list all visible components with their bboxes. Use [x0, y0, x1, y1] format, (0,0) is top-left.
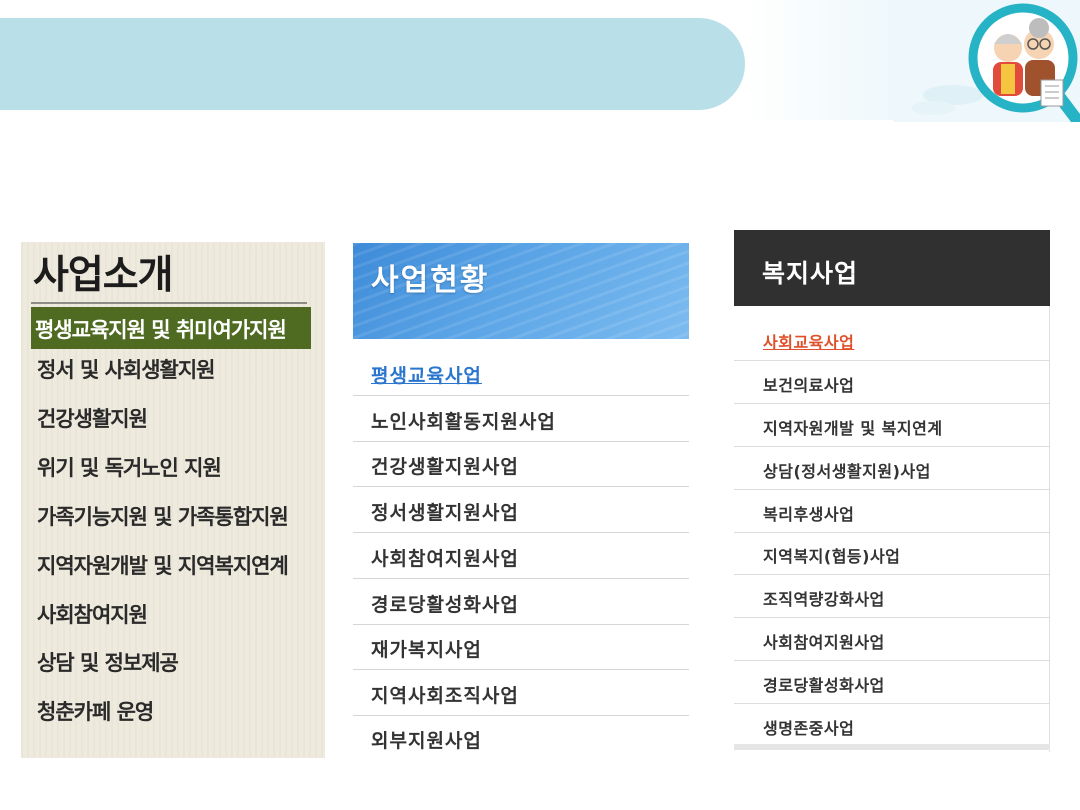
title-divider: [31, 302, 307, 304]
header-banner: [0, 18, 745, 110]
menu-item-label: 사회참여지원사업: [371, 548, 519, 570]
menu-item[interactable]: 외부지원사업: [353, 715, 689, 760]
menu-item-label: 지역사회조직사업: [371, 685, 519, 707]
menu-item[interactable]: 사회참여지원사업: [353, 533, 689, 579]
menu-item[interactable]: 지역자원개발 및 지역복지연계: [37, 550, 289, 580]
panel-title: 사업현황: [371, 263, 490, 298]
panel-header: 사업현황: [353, 243, 689, 339]
business-status-panel: 사업현황 평생교육사업 노인사회활동지원사업 건강생활지원사업 정서생활지원사업…: [353, 243, 689, 753]
menu-item-active[interactable]: 사회교육사업: [734, 318, 1050, 361]
menu-item[interactable]: 조직역량강화사업: [734, 575, 1050, 618]
menu-item[interactable]: 지역자원개발 및 복지연계: [734, 404, 1050, 447]
menu-item-label: 보건의료사업: [763, 376, 855, 395]
menu-item-label: 사회교육사업: [763, 333, 855, 352]
menu-item[interactable]: 경로당활성화사업: [353, 579, 689, 625]
menu-item[interactable]: 복리후생사업: [734, 490, 1050, 533]
menu-item-label: 평생교육사업: [371, 365, 482, 387]
menu-item-label: 재가복지사업: [371, 639, 482, 661]
menu-item[interactable]: 지역사회조직사업: [353, 670, 689, 716]
menu-item-label: 평생교육지원 및 취미여가지원: [35, 318, 287, 342]
menu-item[interactable]: 가족기능지원 및 가족통합지원: [37, 501, 289, 531]
menu-item[interactable]: 경로당활성화사업: [734, 661, 1050, 704]
menu-item-label: 경로당활성화사업: [371, 594, 519, 616]
welfare-business-panel: 복지사업 사회교육사업 보건의료사업 지역자원개발 및 복지연계 상담(정서생활…: [734, 230, 1050, 752]
menu-item-label: 노인사회활동지원사업: [371, 411, 556, 433]
menu-item-label: 조직역량강화사업: [763, 590, 885, 609]
menu-item-label: 상담(정서생활지원)사업: [763, 462, 931, 481]
menu-item-label: 정서생활지원사업: [371, 502, 519, 524]
menu-item-active[interactable]: 평생교육사업: [353, 350, 689, 396]
menu-item[interactable]: 사회참여지원: [37, 599, 148, 629]
menu-item[interactable]: 상담 및 정보제공: [37, 647, 179, 677]
menu-item[interactable]: 사회참여지원사업: [734, 618, 1050, 661]
magnifier-elderly-couple-icon: [893, 0, 1080, 122]
menu-item[interactable]: 정서생활지원사업: [353, 487, 689, 533]
menu-item[interactable]: 재가복지사업: [353, 624, 689, 670]
menu-item-label: 지역자원개발 및 복지연계: [763, 419, 943, 438]
menu-item[interactable]: 보건의료사업: [734, 361, 1050, 404]
panel-title: 복지사업: [762, 259, 859, 288]
menu-item[interactable]: 청춘카페 운영: [37, 696, 154, 726]
business-intro-panel: 사업소개 평생교육지원 및 취미여가지원 정서 및 사회생활지원 건강생활지원 …: [21, 242, 325, 758]
menu-item-label: 복리후생사업: [763, 505, 855, 524]
menu-item[interactable]: 건강생활지원: [37, 403, 148, 433]
menu-item[interactable]: 위기 및 독거노인 지원: [37, 452, 222, 482]
header-fade: [745, 0, 895, 120]
menu-item-active[interactable]: 평생교육지원 및 취미여가지원: [31, 307, 311, 349]
menu-item-label: 건강생활지원사업: [371, 456, 519, 478]
menu-item-label: 외부지원사업: [371, 730, 482, 752]
panel-footer-bar: [734, 744, 1050, 750]
menu-item-label: 생명존중사업: [763, 719, 855, 738]
menu-item[interactable]: 노인사회활동지원사업: [353, 396, 689, 442]
menu-item-label: 사회참여지원사업: [763, 633, 885, 652]
menu-item-label: 지역복지(협등)사업: [763, 547, 901, 566]
menu-item[interactable]: 생명존중사업: [734, 704, 1050, 746]
menu-item-label: 경로당활성화사업: [763, 676, 885, 695]
menu-item[interactable]: 정서 및 사회생활지원: [37, 354, 216, 384]
panel-title: 사업소개: [33, 253, 174, 298]
panel-header: 복지사업: [734, 230, 1050, 306]
menu-item[interactable]: 건강생활지원사업: [353, 441, 689, 487]
menu-item[interactable]: 상담(정서생활지원)사업: [734, 447, 1050, 490]
menu-item[interactable]: 지역복지(협등)사업: [734, 532, 1050, 575]
